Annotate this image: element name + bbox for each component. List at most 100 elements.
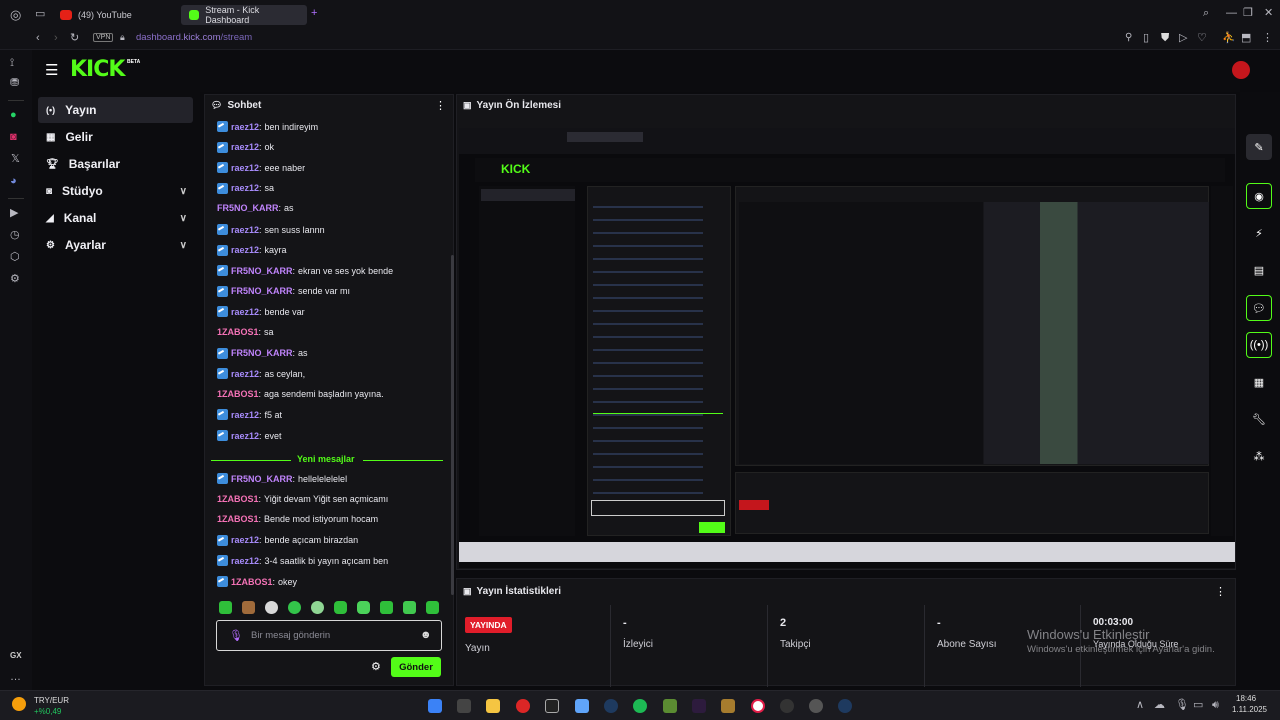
chat-username[interactable]: FR5NO_KARR [231,266,293,276]
rail-button-layout[interactable]: ▦ [1246,369,1272,395]
rail-button-broadcast[interactable]: ((•)) [1246,332,1272,358]
chat-username[interactable]: raez12 [231,307,259,317]
workspace-icon[interactable]: ▭ [35,9,45,20]
microphone-tray-icon[interactable]: 🎙︎ [1175,700,1189,711]
play-icon[interactable]: ▷ [1179,33,1187,44]
history-icon[interactable]: ◷ [10,230,20,241]
rail-button-tools[interactable]: 🔧︎ [1246,406,1272,432]
x-twitter-icon[interactable]: 𝕏 [11,154,20,165]
back-icon[interactable]: ‹ [36,33,40,44]
hamburger-menu-icon[interactable]: ☰ [45,63,58,78]
nav-item-yayin[interactable]: (•) Yayın [38,97,193,123]
chat-username[interactable]: raez12 [231,225,259,235]
chat-username[interactable]: FR5NO_KARR [231,474,293,484]
chat-username[interactable]: raez12 [231,245,259,255]
extensions-icon[interactable]: ⬒ [1241,33,1251,44]
microphone-icon[interactable]: 🎙︎ [229,629,243,642]
emote-icon[interactable] [380,601,393,614]
more-icon[interactable]: … [10,672,21,683]
profile-icon[interactable]: ⛹ [1222,33,1236,44]
chat-username[interactable]: raez12 [231,556,259,566]
clock-time[interactable]: 18:46 [1236,694,1256,703]
gx-control-icon[interactable]: ⛃ [10,78,19,89]
forward-icon[interactable]: › [54,33,58,44]
emote-icon[interactable] [357,601,370,614]
rail-button-edit[interactable]: ✎ [1246,134,1272,160]
app-dark-icon[interactable] [692,699,706,713]
app-grey-icon[interactable] [809,699,823,713]
emote-icon[interactable] [288,601,301,614]
nav-item-basarilar[interactable]: 🏆︎ Başarılar [38,151,193,177]
chat-username[interactable]: 1ZABOS1 [217,327,259,337]
chat-username[interactable]: raez12 [231,431,259,441]
nav-item-ayarlar[interactable]: ⚙ Ayarlar ∨ [38,232,193,258]
steam-taskbar-icon[interactable] [838,699,852,713]
chat-username[interactable]: raez12 [231,369,259,379]
discord-icon[interactable]: ◕ [10,176,17,187]
bookmark-icon[interactable]: ▯ [1143,33,1149,44]
search-icon[interactable]: ⌕ [1203,8,1209,19]
minimize-icon[interactable]: — [1226,8,1237,19]
opera-gx-label[interactable]: GX [10,651,22,660]
emote-icon[interactable] [403,601,416,614]
tab-youtube[interactable]: (49) YouTube [52,5,176,25]
shield-icon[interactable]: ⛊ [1161,33,1169,44]
nav-item-studyo[interactable]: ◙ Stüdyo ∨ [38,178,193,204]
preview-video[interactable]: KICK [459,128,1235,568]
chat-input-box[interactable]: 🎙︎ Bir mesaj gönderin ☻ [216,620,442,651]
chat-username[interactable]: raez12 [231,163,259,173]
network-icon[interactable]: ▭ [1193,700,1203,711]
reload-icon[interactable]: ↻ [70,33,79,44]
chat-options-icon[interactable]: ⋮ [435,101,446,112]
nav-item-gelir[interactable]: ▦ Gelir [38,124,193,150]
chat-username[interactable]: raez12 [231,535,259,545]
maximize-icon[interactable]: ❐ [1243,8,1253,19]
speed-dial-icon[interactable]: ⟟ [10,58,14,69]
rail-button-chat[interactable]: 💬︎ [1246,295,1272,321]
volume-icon[interactable]: 🔊︎ [1212,700,1219,711]
file-explorer-icon[interactable] [486,699,500,713]
emote-icon[interactable] [265,601,278,614]
emoji-icon[interactable]: ☻ [420,629,432,641]
chat-username[interactable]: 1ZABOS1 [217,389,259,399]
chat-username[interactable]: 1ZABOS1 [217,514,259,524]
pin-icon[interactable]: ⚲ [1125,33,1132,43]
chat-username[interactable]: raez12 [231,183,259,193]
chat-username[interactable]: 1ZABOS1 [217,494,259,504]
steam-icon[interactable] [604,699,618,713]
task-view-icon[interactable] [457,699,471,713]
nav-item-kanal[interactable]: ◢ Kanal ∨ [38,205,193,231]
stats-options-icon[interactable]: ⋮ [1215,587,1226,598]
opera-gx-icon[interactable] [751,699,765,713]
app-red-icon[interactable] [516,699,530,713]
chat-username[interactable]: raez12 [231,122,259,132]
emote-icon[interactable] [242,601,255,614]
emote-icon[interactable] [311,601,324,614]
spotify-icon[interactable] [633,699,647,713]
new-tab-icon[interactable]: + [311,8,317,19]
emote-icon[interactable] [334,601,347,614]
cloud-icon[interactable]: ☁ [1154,700,1165,711]
epic-games-icon[interactable] [545,699,559,713]
opera-menu-icon[interactable]: ◎ [10,8,21,21]
rail-button-obs[interactable]: ◉ [1246,183,1272,209]
windows-start-icon[interactable] [428,699,442,713]
emote-icon[interactable] [219,601,232,614]
chat-scrollbar[interactable] [451,255,454,595]
heart-icon[interactable]: ♡ [1197,33,1207,44]
rail-button-notes[interactable]: ▤ [1246,257,1272,283]
clock-date[interactable]: 1.11.2025 [1232,705,1267,714]
rail-button-flash[interactable]: ⚡︎ [1246,220,1272,246]
chat-username[interactable]: raez12 [231,142,259,152]
chat-username[interactable]: FR5NO_KARR [231,348,293,358]
chat-username[interactable]: 1ZABOS1 [231,577,273,587]
chat-username[interactable]: raez12 [231,410,259,420]
shield-app-icon[interactable] [575,699,589,713]
player-icon[interactable]: ▶ [10,208,18,219]
menu-dots-icon[interactable]: ⋮ [1262,33,1273,44]
tab-kick-dashboard[interactable]: Stream - Kick Dashboard [181,5,307,25]
chat-settings-icon[interactable]: ⚙ [371,662,381,673]
rail-button-extensions[interactable]: ⁂ [1246,443,1272,469]
kick-logo[interactable]: KICK [70,57,125,82]
chat-username[interactable]: FR5NO_KARR [217,203,279,213]
